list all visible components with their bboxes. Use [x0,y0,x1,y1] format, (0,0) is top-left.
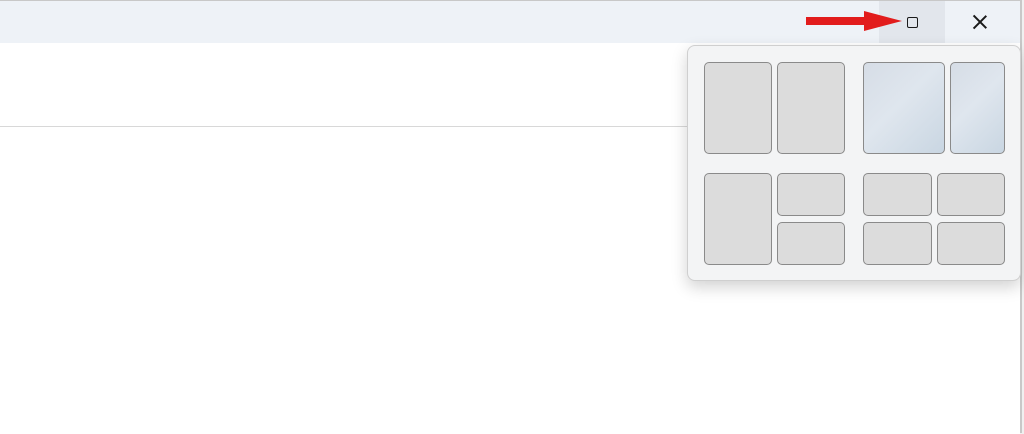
snap-zone-bottom-right[interactable] [937,222,1005,265]
red-arrow-icon [806,11,902,31]
maximize-icon [906,16,918,28]
snap-layout-two-columns [704,62,846,155]
snap-zone-top-left[interactable] [863,173,932,216]
close-button[interactable] [945,1,1015,43]
close-icon [972,14,988,30]
snap-zone-wide[interactable] [863,62,945,154]
snap-layouts-flyout [687,45,1021,281]
snap-layout-four-quadrants [863,173,1006,266]
snap-layout-wide-narrow [863,62,1006,155]
snap-zone-left[interactable] [704,62,772,154]
snap-zone-top-right[interactable] [777,173,845,216]
snap-layout-three-zones [704,173,846,266]
snap-zone-right[interactable] [777,62,845,154]
snap-zone-narrow[interactable] [950,62,1005,154]
snap-zone-left-column[interactable] [704,173,772,265]
snap-zone-bottom-right[interactable] [777,222,845,265]
snap-zone-top-right[interactable] [937,173,1005,216]
snap-zone-bottom-left[interactable] [863,222,932,265]
